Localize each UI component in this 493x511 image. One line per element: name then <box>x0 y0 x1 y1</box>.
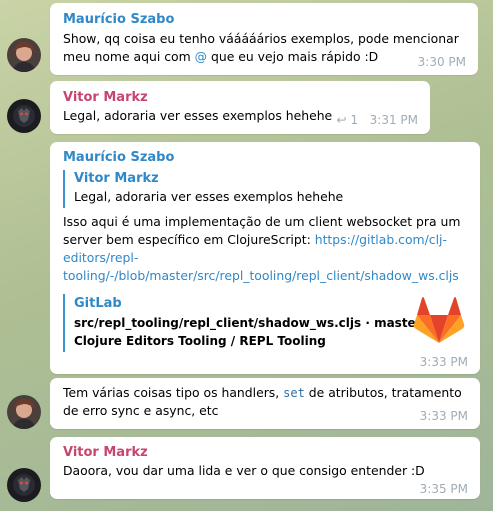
message-text-part: server bem específico em ClojureScript: <box>63 232 315 247</box>
message-text: Tem várias coisas tipo os handlers, set … <box>63 384 462 402</box>
inline-code: set <box>283 386 305 400</box>
sender-name[interactable]: Vitor Markz <box>63 445 148 460</box>
preview-description: Clojure Editors Tooling / REPL Tooling <box>74 334 326 348</box>
message-text: Isso aqui é uma implementação de um clie… <box>63 214 461 229</box>
message-text: meu nome aqui com @ que eu vejo mais ráp… <box>63 48 378 66</box>
message-text: Daoora, vou dar uma lida e ver o que con… <box>63 463 425 478</box>
url-link[interactable]: https://gitlab.com/clj- <box>315 232 447 247</box>
message-meta: ↩ 1 3:31 PM <box>336 113 418 127</box>
url-link[interactable]: editors/repl- <box>63 249 138 267</box>
message-text: de erro sync e async, etc <box>63 403 219 418</box>
gitlab-logo-icon <box>413 297 465 345</box>
message-bubble[interactable]: Tem várias coisas tipo os handlers, set … <box>50 378 480 429</box>
message-text: Show, qq coisa eu tenho vááááários exemp… <box>63 31 459 46</box>
preview-title: src/repl_tooling/repl_client/shadow_ws.c… <box>74 316 431 330</box>
mention-link[interactable]: @ <box>195 49 207 64</box>
message-time: 3:33 PM <box>419 409 468 423</box>
message-time: 3:35 PM <box>419 482 468 496</box>
message-time: 3:31 PM <box>369 113 418 127</box>
message-text-part: de atributos, tratamento <box>304 385 462 400</box>
sender-name[interactable]: Maurício Szabo <box>63 12 174 27</box>
sender-name[interactable]: Maurício Szabo <box>63 150 174 165</box>
avatar-mauricio[interactable] <box>7 38 41 72</box>
url-link[interactable]: tooling/-/blob/master/src/repl_tooling/r… <box>63 267 459 285</box>
message-time: 3:33 PM <box>419 355 468 369</box>
message-text-part: meu nome aqui com <box>63 49 195 64</box>
message-text: server bem específico em ClojureScript: … <box>63 231 447 249</box>
reply-quote[interactable]: Vitor Markz Legal, adoraria ver esses ex… <box>63 170 464 208</box>
message-text-part: que eu vejo mais rápido :D <box>207 49 379 64</box>
message-bubble[interactable]: Vitor Markz Legal, adoraria ver esses ex… <box>50 81 430 134</box>
message-text: Legal, adoraria ver esses exemplos heheh… <box>63 108 333 123</box>
avatar-vitor[interactable] <box>7 99 41 133</box>
message-time: 3:30 PM <box>417 55 466 69</box>
quote-text: Legal, adoraria ver esses exemplos heheh… <box>74 189 344 204</box>
message-bubble[interactable]: Vitor Markz Daoora, vou dar uma lida e v… <box>50 437 480 499</box>
avatar-vitor[interactable] <box>7 468 41 502</box>
avatar-mauricio[interactable] <box>7 395 41 429</box>
message-bubble[interactable]: Maurício Szabo Show, qq coisa eu tenho v… <box>50 3 478 75</box>
preview-site-name: GitLab <box>74 296 122 311</box>
reply-count[interactable]: 1 <box>351 113 359 127</box>
link-preview[interactable]: GitLab src/repl_tooling/repl_client/shad… <box>63 294 464 352</box>
message-text-part: Tem várias coisas tipo os handlers, <box>63 385 284 400</box>
sender-name[interactable]: Vitor Markz <box>63 90 148 105</box>
message-bubble[interactable]: Maurício Szabo Vitor Markz Legal, adorar… <box>50 142 480 374</box>
reply-icon[interactable]: ↩ <box>336 113 346 127</box>
quote-sender: Vitor Markz <box>74 171 159 186</box>
